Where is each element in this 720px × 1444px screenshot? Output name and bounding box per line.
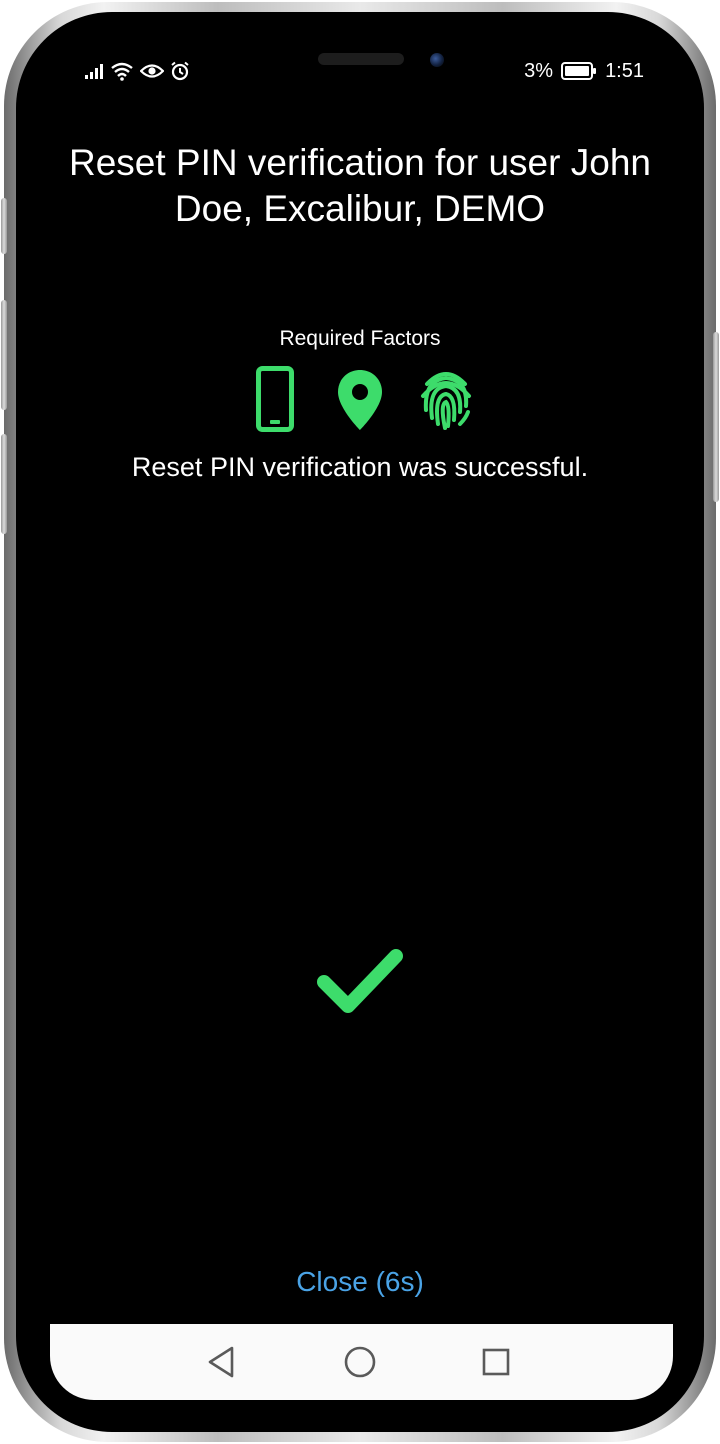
checkmark-icon bbox=[316, 946, 404, 1016]
required-factors-label: Required Factors bbox=[279, 327, 441, 350]
phone-icon bbox=[256, 366, 294, 437]
fingerprint-icon bbox=[418, 366, 474, 437]
home-icon[interactable] bbox=[340, 1342, 380, 1382]
verification-message: Reset PIN verification was successful. bbox=[131, 452, 589, 482]
page-title: Reset PIN verification for user John Doe… bbox=[69, 142, 651, 229]
battery-icon bbox=[561, 62, 597, 80]
battery-percent: 3% bbox=[524, 59, 554, 82]
front-camera bbox=[430, 53, 444, 67]
volume-button bbox=[1, 300, 7, 410]
signal-icon bbox=[84, 62, 104, 80]
earpiece-speaker bbox=[318, 53, 404, 65]
close-button[interactable]: Close (6s) bbox=[240, 1266, 480, 1298]
eye-icon bbox=[140, 62, 164, 80]
wifi-icon bbox=[110, 61, 134, 81]
required-factors bbox=[240, 366, 480, 434]
clock: 1:51 bbox=[605, 59, 644, 82]
volume-button bbox=[1, 198, 7, 254]
screen bbox=[50, 30, 673, 1400]
side-button bbox=[713, 332, 719, 502]
status-bar-left bbox=[84, 60, 190, 82]
status-bar-right: 3% 1:51 bbox=[524, 58, 644, 84]
back-icon[interactable] bbox=[202, 1342, 242, 1382]
alarm-icon bbox=[170, 61, 190, 81]
location-pin-icon bbox=[336, 368, 384, 437]
navigation-bar bbox=[50, 1324, 673, 1400]
recents-icon[interactable] bbox=[476, 1342, 516, 1382]
power-button bbox=[1, 434, 7, 534]
